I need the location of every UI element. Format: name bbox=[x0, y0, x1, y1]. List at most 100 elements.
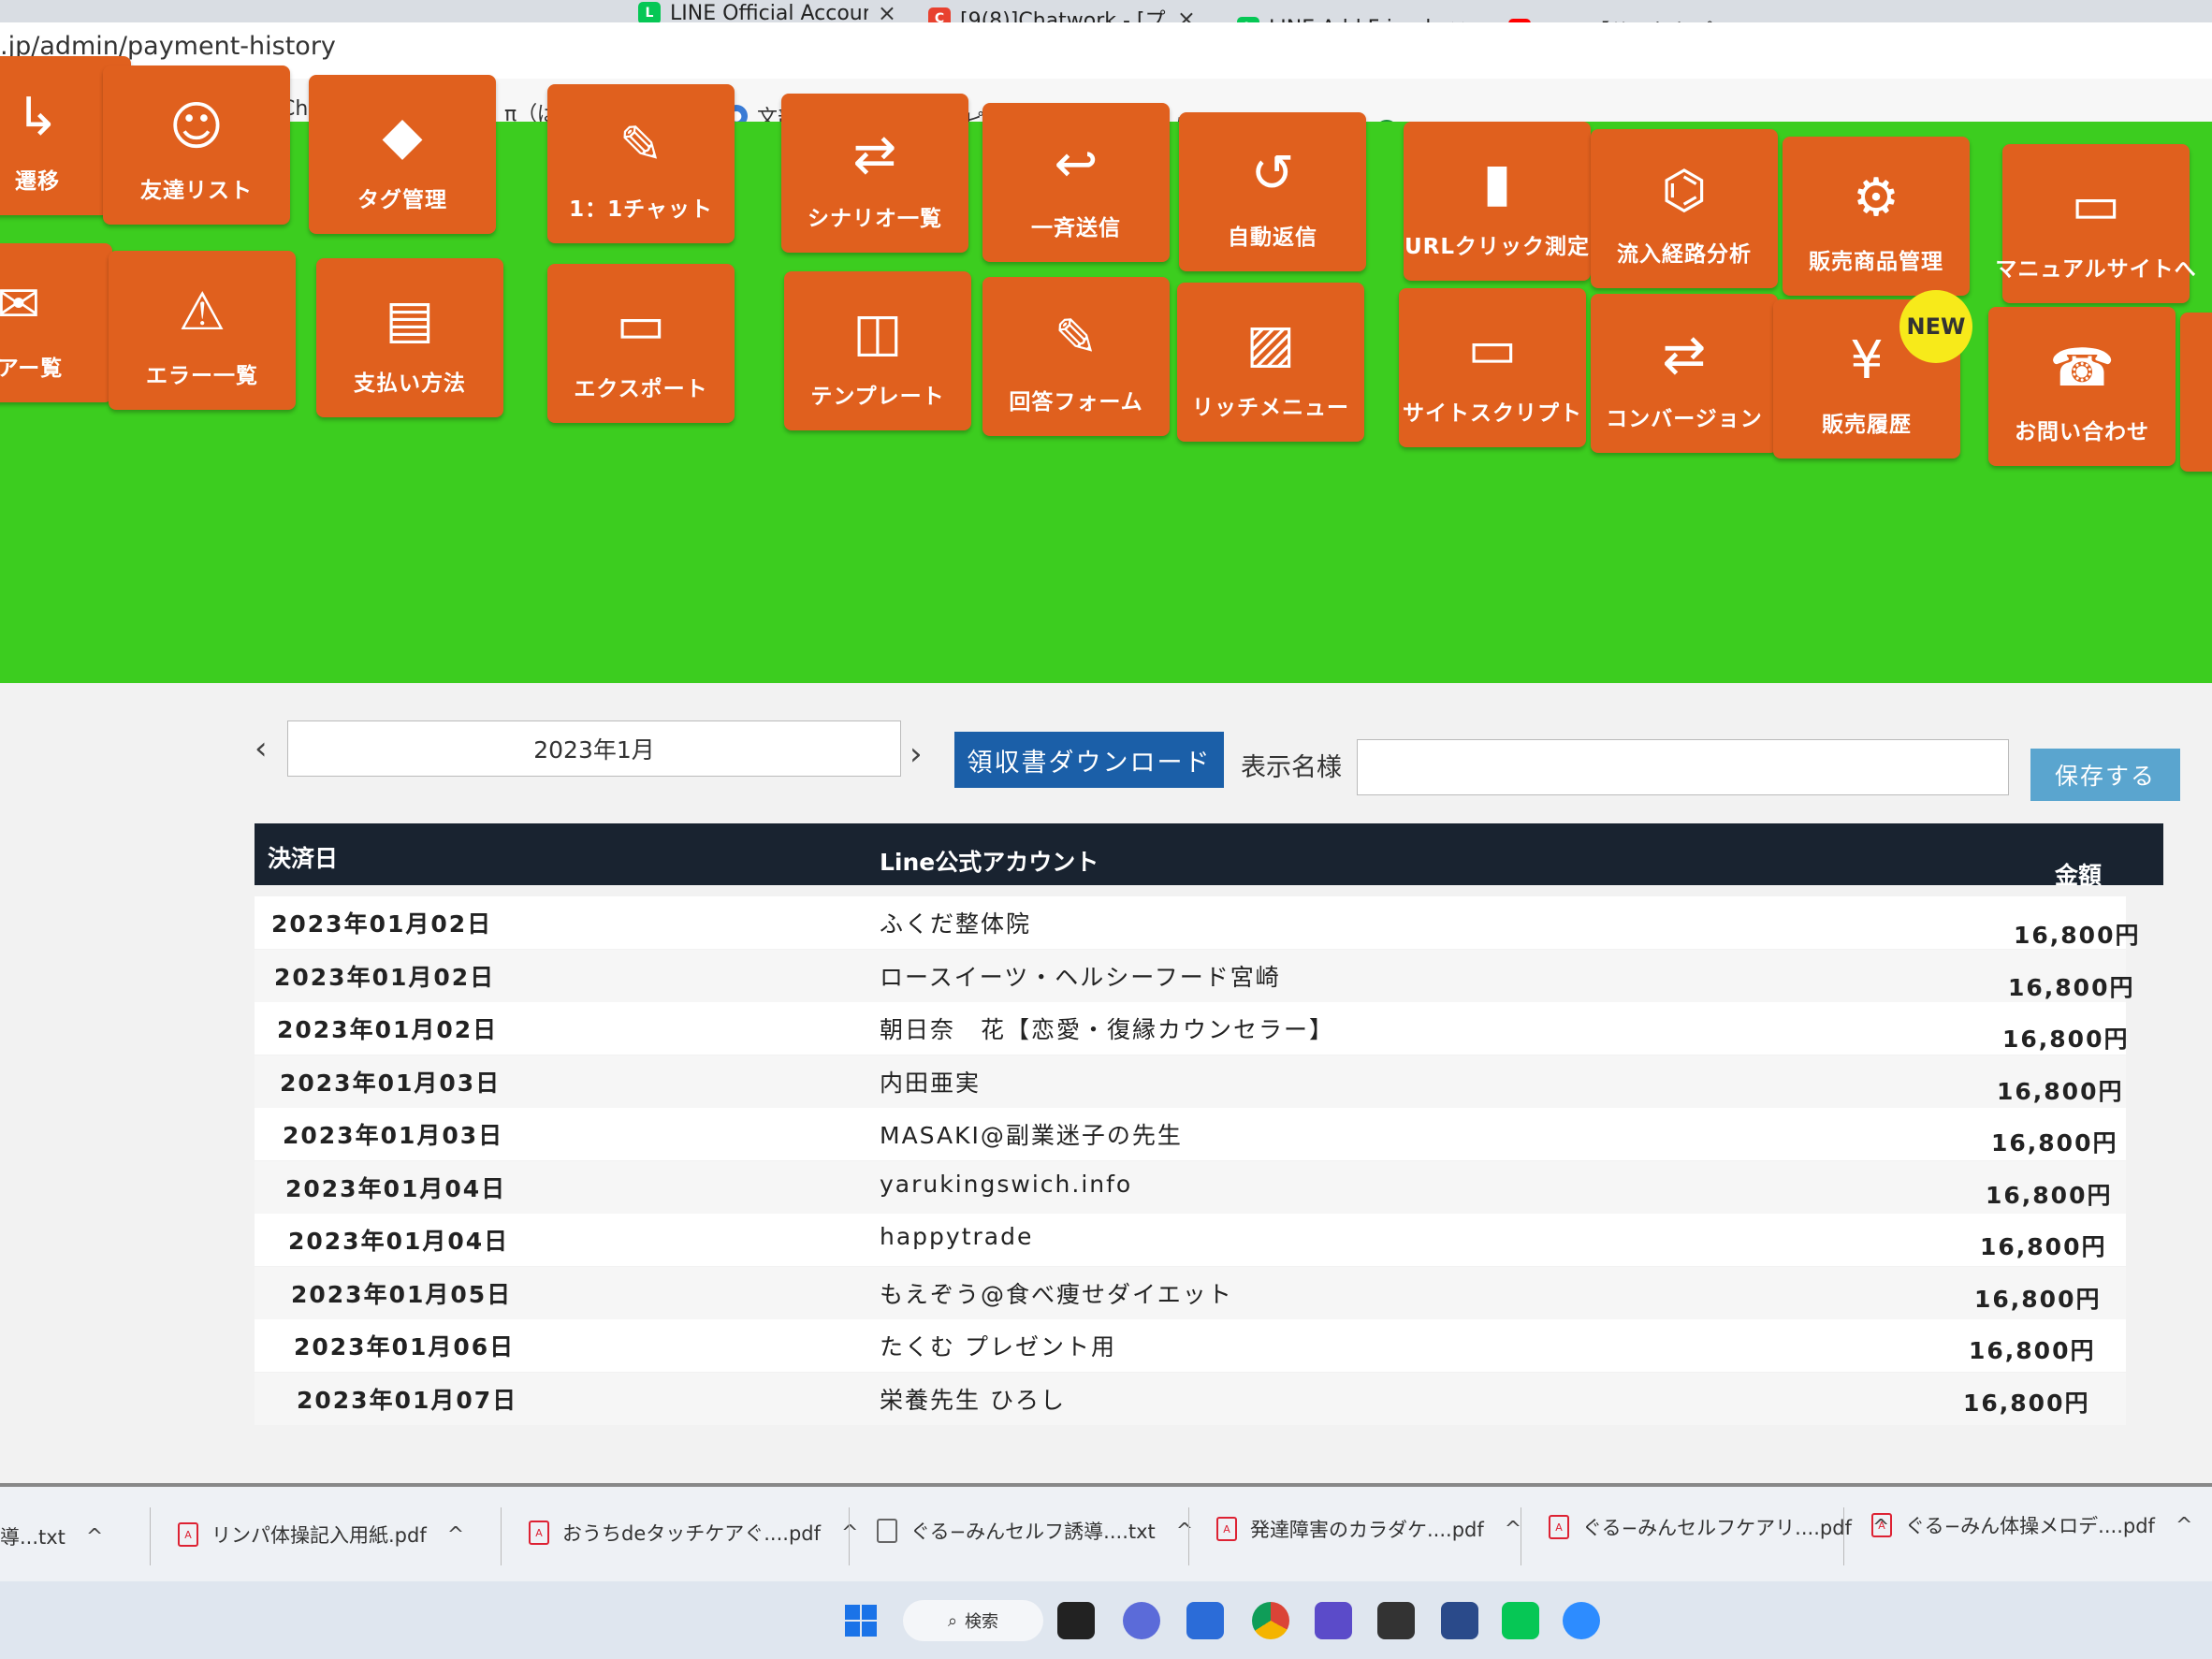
cell-amount: 16,800円 bbox=[1991, 1129, 2118, 1157]
prev-month-chevron-icon[interactable]: ‹ bbox=[255, 730, 268, 767]
menu-tile-label: 回答フォーム bbox=[1009, 390, 1143, 415]
pdf-file-icon: A bbox=[1216, 1517, 1237, 1541]
chevron-up-icon[interactable]: ^ bbox=[841, 1521, 858, 1545]
menu-tile-icon: ◫ bbox=[852, 302, 903, 363]
download-item[interactable]: A ぐる−みん体操メロデ....pdf ^ bbox=[1871, 1511, 2192, 1539]
month-selector[interactable]: 2023年1月 bbox=[287, 720, 901, 777]
taskbar: ⌕ 検索 bbox=[0, 1581, 2212, 1659]
game-app-icon[interactable] bbox=[1377, 1602, 1415, 1639]
text-file-icon bbox=[877, 1519, 897, 1543]
chevron-up-icon[interactable]: ^ bbox=[1505, 1518, 1521, 1541]
menu-tile-row1-1[interactable]: ☺ 友達リスト bbox=[103, 65, 290, 225]
pdf-file-icon: A bbox=[1549, 1515, 1569, 1539]
table-header: 決済日 Line公式アカウント 金額 bbox=[255, 823, 2163, 889]
download-item[interactable]: A 発達障害のカラダケ....pdf ^ bbox=[1216, 1515, 1521, 1543]
menu-tile-label: テンプレート bbox=[810, 385, 945, 409]
menu-tile-icon: ✎ bbox=[618, 115, 663, 176]
address-bar[interactable]: .jp/admin/payment-history bbox=[0, 22, 2212, 80]
menu-tile-label: ィアー覧 bbox=[0, 357, 64, 381]
check-app-icon[interactable] bbox=[1186, 1602, 1224, 1639]
menu-tile-icon: ▭ bbox=[2071, 175, 2121, 236]
menu-tile-icon: ☺ bbox=[168, 96, 225, 157]
menu-tile-row1-2[interactable]: ◆ タグ管理 bbox=[309, 75, 496, 234]
menu-tile-row1-10[interactable]: ▭ マニュアルサイトへ bbox=[1995, 144, 2196, 303]
menu-tile-label: 1：1チャット bbox=[569, 197, 713, 222]
download-item[interactable]: A おうちdeタッチケアぐ....pdf ^ bbox=[529, 1519, 858, 1547]
menu-tile-icon: ⇄ bbox=[1662, 325, 1707, 386]
menu-tile-label: サイトスクリプト bbox=[1403, 401, 1582, 426]
menu-tile-row2-5[interactable]: ✎ 回答フォーム bbox=[982, 277, 1170, 436]
menu-tile-label: エクスポート bbox=[574, 377, 708, 401]
chevron-up-icon[interactable]: ^ bbox=[2176, 1514, 2192, 1537]
chat-icon[interactable] bbox=[1123, 1602, 1160, 1639]
menu-tile-row1-8[interactable]: ⌬ 流入経路分析 bbox=[1591, 129, 1778, 288]
menu-tile-row2-4[interactable]: ◫ テンプレート bbox=[784, 271, 971, 430]
menu-tile-row1-7[interactable]: ▮ URLクリック測定 bbox=[1404, 122, 1591, 281]
menu-tile-row1-3[interactable]: ✎ 1：1チャット bbox=[547, 84, 735, 243]
search-icon: ⌕ bbox=[947, 1610, 958, 1631]
table-row: 2023年01月07日 栄養先生 ひろし 16,800円 bbox=[255, 1372, 2126, 1425]
menu-tile-icon: ⚠ bbox=[178, 282, 226, 342]
menu-tile-row1-4[interactable]: ⇄ シナリオ一覧 bbox=[781, 94, 968, 253]
menu-tile-row1-5[interactable]: ↩ 一斉送信 bbox=[982, 103, 1170, 262]
next-month-chevron-icon[interactable]: › bbox=[910, 735, 923, 773]
tab-favicon-icon: L bbox=[638, 2, 661, 24]
taskbar-search[interactable]: ⌕ 検索 bbox=[903, 1600, 1043, 1641]
menu-tile-row2-7[interactable]: ▭ サイトスクリプト bbox=[1399, 288, 1586, 447]
menu-tile-icon: ⌬ bbox=[1661, 160, 1708, 221]
menu-tile-row2-11[interactable]: イベ bbox=[2180, 313, 2212, 472]
menu-tile-label: シナリオ一覧 bbox=[808, 207, 942, 231]
menu-tile-row2-0[interactable]: ✉ ィアー覧 bbox=[0, 243, 112, 402]
menu-tile-icon: ¥ bbox=[1850, 330, 1884, 391]
windows-start-icon[interactable] bbox=[842, 1602, 880, 1639]
menu-tile-row1-6[interactable]: ↺ 自動返信 bbox=[1179, 112, 1366, 271]
table-row: 2023年01月04日 yarukingswich.info 16,800円 bbox=[255, 1160, 2126, 1214]
menu-tile-icon: ▨ bbox=[1245, 313, 1296, 374]
menu-tile-row2-1[interactable]: ⚠ エラー一覧 bbox=[109, 251, 296, 410]
payment-history-panel: ‹ 2023年1月 › 領収書ダウンロード 表示名様 保存する 決済日 Line… bbox=[0, 683, 2212, 1488]
menu-tile-row2-2[interactable]: ▤ 支払い方法 bbox=[316, 258, 503, 417]
menu-tile-icon: ☎ bbox=[2049, 338, 2115, 399]
download-label: 導...txt bbox=[0, 1526, 65, 1549]
table-row: 2023年01月02日 朝日奈 花【恋愛・復縁カウンセラー】 16,800円 bbox=[255, 1002, 2127, 1055]
photo-app-icon[interactable] bbox=[1441, 1602, 1478, 1639]
menu-tile-row2-10[interactable]: ☎ お問い合わせ bbox=[1988, 307, 2176, 466]
menu-tile-row1-9[interactable]: ⚙ 販売商品管理 bbox=[1783, 137, 1970, 296]
cell-date: 2023年01月02日 bbox=[277, 1016, 499, 1043]
menu-tile-label: 販売履歴 bbox=[1822, 413, 1912, 437]
chevron-up-icon[interactable]: ^ bbox=[86, 1525, 103, 1549]
menu-tile-label: 遷移 bbox=[15, 169, 60, 194]
display-name-label: 表示名様 bbox=[1241, 753, 1342, 782]
receipt-download-button[interactable]: 領収書ダウンロード bbox=[954, 732, 1224, 788]
save-button[interactable]: 保存する bbox=[2030, 749, 2180, 801]
menu-tile-label: 販売商品管理 bbox=[1809, 250, 1943, 274]
menu-tile-label: マニュアルサイトへ bbox=[1995, 257, 2197, 282]
download-item[interactable]: 導...txt ^ bbox=[0, 1522, 103, 1550]
display-name-input[interactable] bbox=[1357, 739, 2009, 795]
download-shelf: 導...txt ^ A リンパ体操記入用紙.pdf ^ A おうちdeタッチケアぐ....p… bbox=[0, 1483, 2212, 1581]
menu-tile-row2-8[interactable]: ⇄ コンバージョン bbox=[1591, 294, 1778, 453]
line-icon[interactable] bbox=[1502, 1602, 1539, 1639]
download-item[interactable]: A リンパ体操記入用紙.pdf ^ bbox=[178, 1521, 464, 1549]
download-item[interactable]: ぐる−みんセルフ誘導....txt ^ bbox=[877, 1517, 1193, 1545]
chrome-icon[interactable] bbox=[1252, 1602, 1289, 1639]
menu-tile-row2-6[interactable]: ▨ リッチメニュー bbox=[1177, 283, 1364, 442]
cell-account: happytrade bbox=[880, 1223, 1034, 1250]
cell-account: MASAKI@副業迷子の先生 bbox=[880, 1122, 1183, 1149]
file-explorer-icon[interactable] bbox=[1057, 1602, 1095, 1639]
cell-amount: 16,800円 bbox=[1986, 1181, 2113, 1209]
download-item[interactable]: A ぐる−みんセルフケアリ....pdf ^ bbox=[1549, 1513, 1889, 1541]
menu-tile-icon: ⚙ bbox=[1852, 167, 1900, 228]
cell-date: 2023年01月05日 bbox=[291, 1280, 513, 1308]
menu-tile-row2-3[interactable]: ▭ エクスポート bbox=[547, 264, 735, 423]
screen: L LINE Official Account × C [9(8)]Chatwork -… bbox=[0, 0, 2212, 1659]
cell-amount: 16,800円 bbox=[1974, 1285, 2102, 1313]
chevron-up-icon[interactable]: ^ bbox=[447, 1523, 464, 1547]
menu-tile-icon: ↩ bbox=[1054, 134, 1099, 195]
new-badge: NEW bbox=[1899, 290, 1972, 363]
menu-tile-icon: ✎ bbox=[1054, 308, 1099, 369]
zoom-icon[interactable] bbox=[1563, 1602, 1600, 1639]
v-app-icon[interactable] bbox=[1315, 1602, 1352, 1639]
pdf-file-icon: A bbox=[529, 1521, 549, 1545]
chevron-up-icon[interactable]: ^ bbox=[1176, 1520, 1193, 1543]
